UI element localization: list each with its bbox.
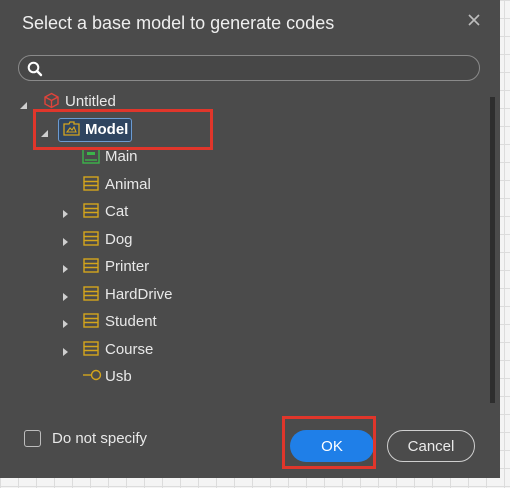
tree-node-label: Main <box>105 148 138 165</box>
class-icon <box>83 313 99 333</box>
collapse-arrow-icon[interactable] <box>19 97 29 109</box>
class-icon <box>83 231 99 251</box>
expand-arrow-icon[interactable] <box>62 289 72 301</box>
tree-node-label: Student <box>105 313 157 330</box>
search-box <box>18 55 480 81</box>
tree-node-label: Course <box>105 341 154 358</box>
tree-node-label: Animal <box>105 176 151 193</box>
tree-scrollbar[interactable] <box>490 97 495 403</box>
diagram-icon <box>82 148 100 169</box>
cancel-button[interactable]: Cancel <box>387 430 475 462</box>
expand-arrow-icon[interactable] <box>62 206 72 218</box>
expand-arrow-icon[interactable] <box>62 261 72 273</box>
do-not-specify-label: Do not specify <box>52 430 148 447</box>
do-not-specify-checkbox[interactable] <box>24 430 41 447</box>
class-icon <box>83 258 99 278</box>
close-icon[interactable] <box>466 12 482 28</box>
expand-arrow-icon[interactable] <box>62 344 72 356</box>
search-input[interactable] <box>49 58 473 80</box>
class-icon <box>83 286 99 306</box>
tree-node-label: Untitled <box>65 93 116 110</box>
class-icon <box>83 203 99 223</box>
annotation-highlight-model <box>33 109 213 150</box>
dialog-title: Select a base model to generate codes <box>22 13 335 33</box>
tree-node-label: Usb <box>105 368 132 385</box>
class-icon <box>83 176 99 196</box>
tree-node-label: HardDrive <box>105 286 173 303</box>
tree-node-label: Printer <box>105 258 150 275</box>
interface-icon <box>82 368 102 387</box>
expand-arrow-icon[interactable] <box>62 316 72 328</box>
tree-node-label: Dog <box>105 231 133 248</box>
generate-codes-dialog: Select a base model to generate codes Un… <box>0 0 500 478</box>
tree-node-label: Cat <box>105 203 129 220</box>
class-icon <box>83 341 99 361</box>
annotation-highlight-ok <box>282 416 376 469</box>
search-icon <box>27 61 43 82</box>
expand-arrow-icon[interactable] <box>62 234 72 246</box>
